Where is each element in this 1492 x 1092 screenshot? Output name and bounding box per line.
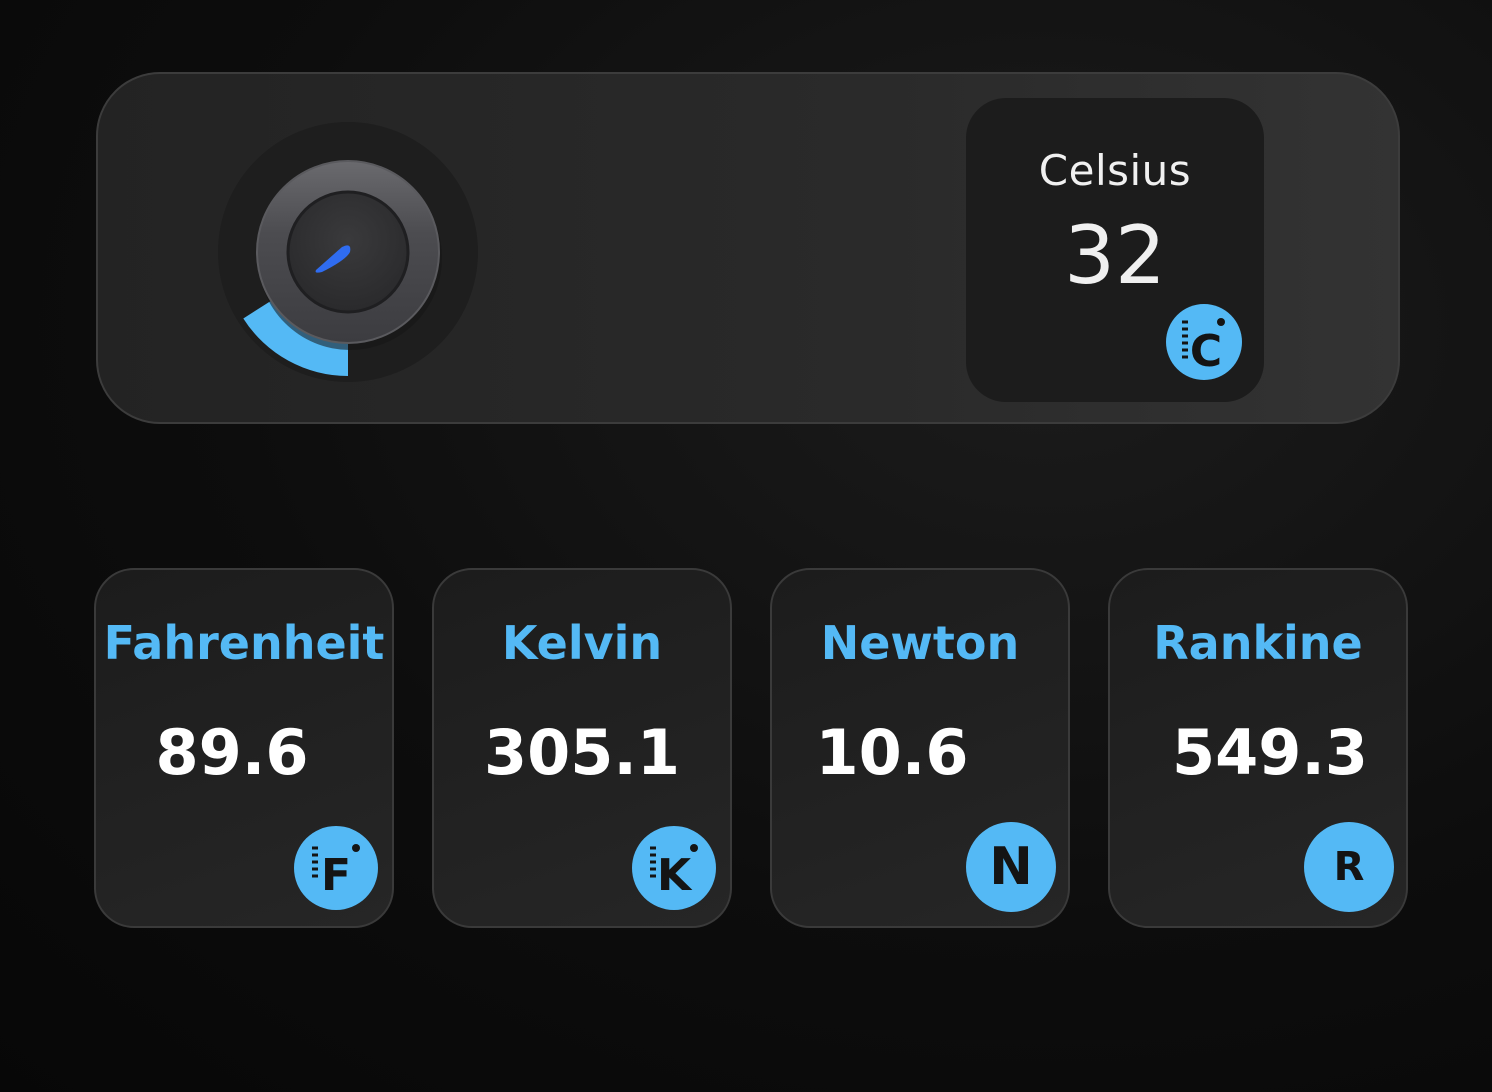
celsius-title: Celsius — [1038, 146, 1192, 195]
unit-title: Rankine — [1153, 616, 1363, 670]
unit-card-rankine: Rankine 549.3 R — [1108, 568, 1408, 928]
celsius-icon: C — [1166, 304, 1242, 380]
svg-text:K: K — [657, 850, 693, 901]
fahrenheit-icon: F — [294, 826, 378, 910]
svg-text:F: F — [321, 850, 351, 901]
unit-card-kelvin: Kelvin 305.1 K — [432, 568, 732, 928]
unit-card-fahrenheit: Fahrenheit 89.6 F — [94, 568, 394, 928]
unit-title: Kelvin — [501, 616, 663, 670]
temperature-dial[interactable] — [218, 122, 478, 382]
unit-value: 305.1 — [483, 716, 681, 789]
kelvin-icon: K — [632, 826, 716, 910]
unit-card-newton: Newton 10.6 N — [770, 568, 1070, 928]
newton-icon: N — [966, 822, 1056, 912]
rankine-icon: R — [1304, 822, 1394, 912]
unit-value: 10.6 — [815, 716, 969, 789]
unit-title: Fahrenheit — [103, 616, 385, 670]
svg-text:C: C — [1190, 326, 1222, 377]
celsius-card: Celsius 32 C — [966, 98, 1264, 402]
unit-value: 89.6 — [155, 716, 309, 789]
unit-value: 549.3 — [1171, 716, 1369, 789]
celsius-value: 32 — [1064, 209, 1166, 302]
celsius-input-panel: Celsius 32 C — [96, 72, 1400, 424]
unit-title: Newton — [820, 616, 1020, 670]
